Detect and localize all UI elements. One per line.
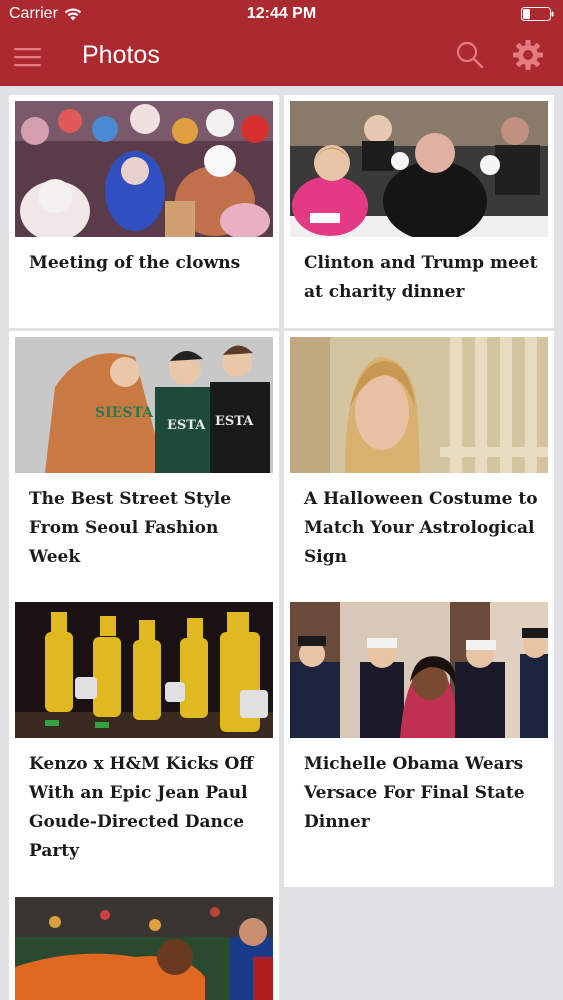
gear-icon[interactable] xyxy=(512,39,544,71)
page-title: Photos xyxy=(82,41,160,69)
svg-text:SIESTA: SIESTA xyxy=(95,405,154,421)
search-icon[interactable] xyxy=(455,40,485,70)
article-card[interactable]: Michelle Obama Wears Versace For Final S… xyxy=(284,596,554,887)
article-headline: Kenzo x H&M Kicks Off With an Epic Jean … xyxy=(29,754,254,861)
article-card[interactable]: Meeting of the clowns xyxy=(9,95,279,328)
status-bar: Carrier 12:44 PM xyxy=(0,0,563,28)
article-thumbnail xyxy=(290,602,548,738)
svg-text:ESTA: ESTA xyxy=(167,418,206,433)
battery-icon xyxy=(521,7,554,21)
article-card[interactable]: Clinton and Trump meet at charity dinner xyxy=(284,95,554,328)
article-thumbnail xyxy=(15,602,273,738)
article-thumbnail: SIESTA ESTA ESTA xyxy=(15,337,273,473)
article-thumbnail xyxy=(15,897,273,1000)
photo-grid: Meeting of the clowns Clinton and Trump … xyxy=(0,86,563,1000)
hamburger-menu-icon[interactable] xyxy=(13,42,43,72)
nav-bar: Photos xyxy=(0,28,563,86)
article-thumbnail xyxy=(290,337,548,473)
article-headline: Clinton and Trump meet at charity dinner xyxy=(304,253,538,302)
status-time: 12:44 PM xyxy=(246,5,317,22)
article-headline: The Best Street Style From Seoul Fashion… xyxy=(29,489,232,567)
article-thumbnail xyxy=(15,101,273,237)
article-headline: Michelle Obama Wears Versace For Final S… xyxy=(304,754,525,832)
article-card[interactable] xyxy=(9,891,279,1000)
article-thumbnail xyxy=(290,101,548,237)
article-headline: Meeting of the clowns xyxy=(29,253,241,273)
article-headline: A Halloween Costume to Match Your Astrol… xyxy=(304,489,538,567)
svg-text:ESTA: ESTA xyxy=(215,414,254,429)
